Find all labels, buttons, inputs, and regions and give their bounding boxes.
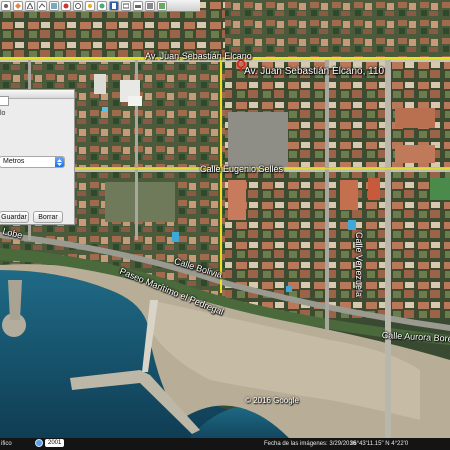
toolbar	[0, 0, 200, 12]
hand-tool-icon[interactable]	[1, 0, 11, 11]
record-tour-icon[interactable]	[61, 0, 71, 11]
overlay-icon[interactable]	[49, 0, 59, 11]
satellite-map[interactable]: Av. Juan Sebastián Elcano Av. Juan Sebas…	[0, 0, 450, 450]
historical-year: 2001	[45, 439, 65, 447]
street-label-elcano: Av. Juan Sebastián Elcano	[145, 51, 252, 61]
polygon-icon[interactable]	[25, 0, 35, 11]
ruler-partial-label: lo	[0, 110, 6, 117]
historical-imagery-icon[interactable]	[73, 0, 83, 11]
ruler-panel-header	[0, 90, 74, 99]
unit-select[interactable]: Metros	[0, 156, 65, 168]
historical-imagery-control[interactable]: 2001	[35, 439, 65, 447]
save-image-icon[interactable]	[145, 0, 155, 11]
unit-select-value: Metros	[3, 158, 25, 165]
street-label-selles: Calle Eugenio Sellés	[200, 164, 284, 174]
placemark-label[interactable]: Av. Juan Sebastián Elcano, 110	[244, 66, 384, 77]
chevron-updown-icon	[55, 157, 64, 167]
status-bar: ifico 2001 Fecha de las imágenes: 3/29/2…	[0, 438, 450, 450]
street-label-venezuela: Calle Venezuela	[354, 232, 364, 298]
ruler-icon[interactable]	[109, 0, 119, 11]
ruler-panel: lo Metros Guardar Borrar	[0, 89, 75, 225]
clear-button[interactable]: Borrar	[33, 211, 63, 223]
layer-label: ifico	[1, 441, 12, 447]
image-date: Fecha de las imágenes: 3/29/2016	[264, 441, 357, 447]
sun-icon[interactable]	[85, 0, 95, 11]
placemark-icon[interactable]	[13, 0, 23, 11]
print-icon[interactable]	[133, 0, 143, 11]
save-button[interactable]: Guardar	[0, 211, 29, 223]
view-in-maps-icon[interactable]	[157, 0, 167, 11]
planets-icon[interactable]	[97, 0, 107, 11]
map-copyright: © 2016 Google	[245, 396, 299, 405]
clock-icon	[35, 439, 43, 447]
coordinates: 36°43'11.15" N 4°22'0	[350, 441, 409, 447]
email-icon[interactable]	[121, 0, 131, 11]
ruler-tab[interactable]	[0, 96, 9, 106]
path-icon[interactable]	[37, 0, 47, 11]
